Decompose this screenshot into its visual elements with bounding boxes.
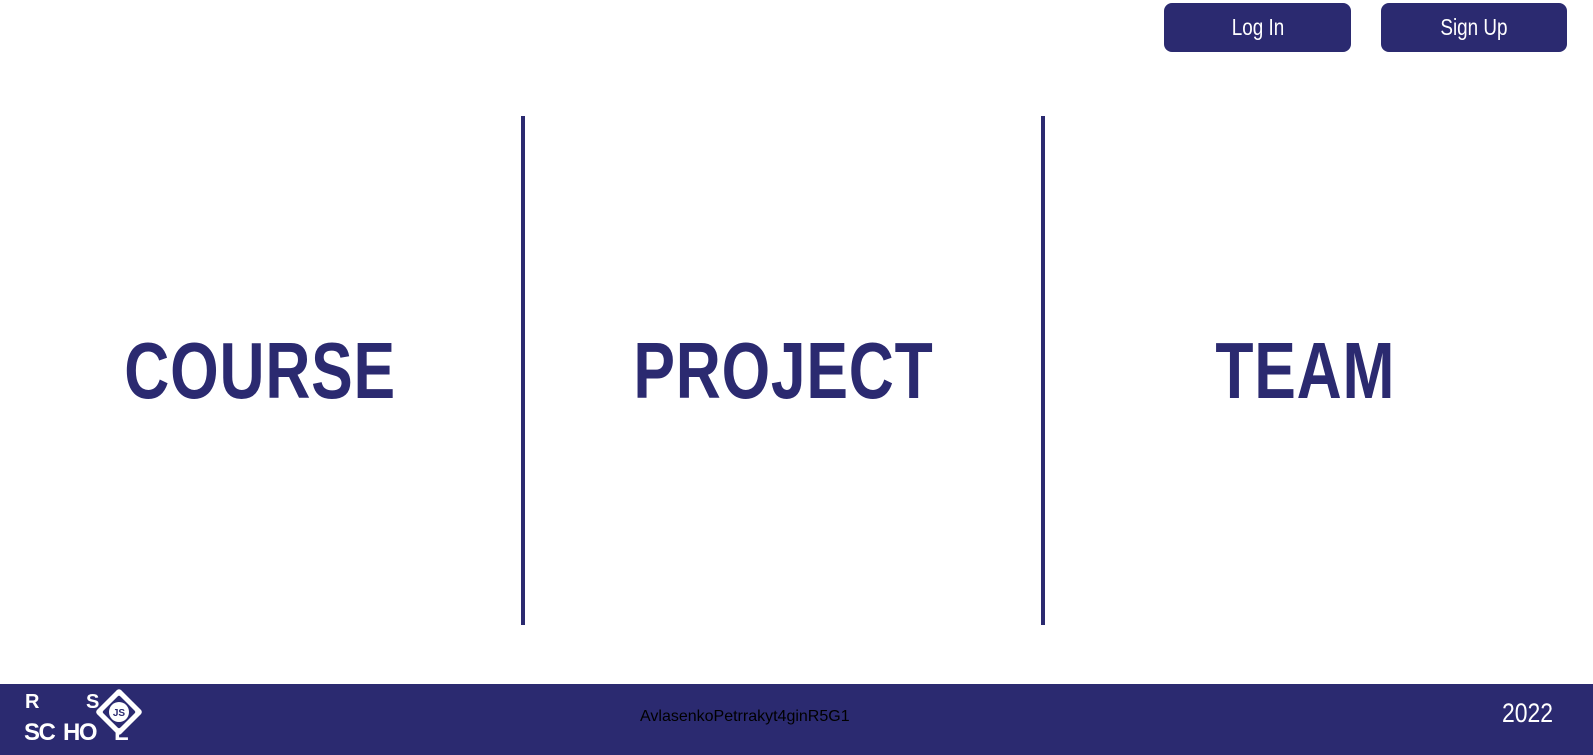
footer-link-author-3[interactable]: R5G1 xyxy=(808,708,850,726)
section-divider xyxy=(1041,116,1045,625)
sections-panel: COURSE PROJECT TEAM xyxy=(0,116,1593,625)
signup-button-label: Sign Up xyxy=(1440,14,1508,40)
project-title: PROJECT xyxy=(633,325,934,415)
footer-links: AvlasenkoPetr rakyt4gin R5G1 xyxy=(640,702,940,732)
login-button-label: Log In xyxy=(1231,14,1284,40)
rs-school-logo-icon[interactable]: R S SC HO L JS xyxy=(22,688,152,746)
svg-text:HO: HO xyxy=(63,719,97,744)
team-section[interactable]: TEAM xyxy=(1046,116,1564,625)
footer-link-author-1[interactable]: AvlasenkoPetr xyxy=(640,708,743,726)
course-title: COURSE xyxy=(124,325,397,415)
page: Log In Sign Up COURSE PROJECT TEAM R S S… xyxy=(0,0,1593,755)
footer-year: 2022 xyxy=(1501,698,1553,728)
svg-text:SC: SC xyxy=(24,719,56,744)
login-button[interactable]: Log In xyxy=(1164,3,1351,52)
course-section[interactable]: COURSE xyxy=(0,116,521,625)
svg-text:R: R xyxy=(25,691,40,713)
footer: R S SC HO L JS AvlasenkoPetr rakyt4gin R… xyxy=(0,684,1593,755)
project-section[interactable]: PROJECT xyxy=(525,116,1042,625)
footer-link-author-2[interactable]: rakyt4gin xyxy=(743,708,808,726)
svg-text:JS: JS xyxy=(113,708,126,719)
signup-button[interactable]: Sign Up xyxy=(1381,3,1567,52)
team-title: TEAM xyxy=(1215,325,1395,415)
